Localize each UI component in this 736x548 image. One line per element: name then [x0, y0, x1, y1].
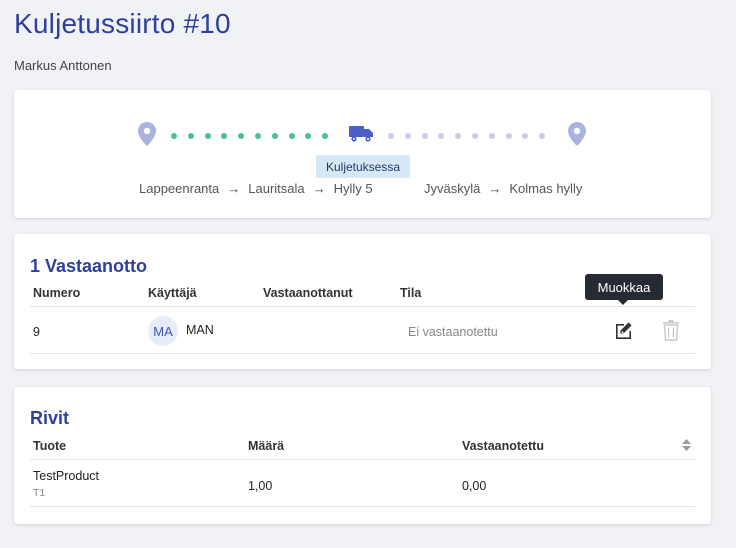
- receipt-user: MAN: [186, 323, 214, 337]
- progress-dot: [455, 133, 462, 139]
- progress-dot: [238, 133, 245, 139]
- progress-dot: [438, 133, 445, 139]
- route-card: Kuljetuksessa Lappeenranta → Lauritsala …: [14, 90, 711, 218]
- sort-icon[interactable]: [682, 439, 691, 451]
- origin-pin-icon: [138, 122, 156, 146]
- page: Kuljetussiirto #10 Markus Anttonen Kulje…: [0, 0, 736, 548]
- rows-title: Rivit: [30, 408, 70, 428]
- divider: [30, 353, 695, 354]
- destination-location: Jyväskylä: [424, 181, 481, 196]
- edit-icon[interactable]: [614, 320, 635, 341]
- progress-dot: [471, 133, 478, 139]
- route-progress: [14, 90, 711, 160]
- column-header-received: Vastaanotettu: [462, 439, 544, 453]
- progress-dot: [539, 133, 546, 139]
- product-quantity: 1,00: [248, 479, 273, 493]
- arrow-icon: →: [227, 181, 241, 196]
- progress-dot: [221, 133, 228, 139]
- divider: [30, 506, 695, 507]
- progress-dot: [488, 133, 495, 139]
- receipts-title: 1 Vastaanotto: [30, 256, 148, 276]
- receipts-card: 1 Vastaanotto Numero Käyttäjä Vastaanott…: [14, 234, 711, 369]
- trash-icon[interactable]: [662, 320, 680, 341]
- page-title: Kuljetussiirto #10: [14, 8, 231, 39]
- column-header-user: Käyttäjä: [148, 286, 197, 300]
- destination-pin-icon: [568, 122, 586, 146]
- progress-dot: [187, 133, 194, 139]
- column-header-product: Tuote: [33, 439, 67, 453]
- avatar: MA: [148, 316, 178, 346]
- progress-dot: [404, 133, 411, 139]
- progress-dot: [305, 133, 312, 139]
- destination-shelf: Kolmas hylly: [509, 181, 583, 196]
- origin-sublocation: Lauritsala: [248, 181, 305, 196]
- receipt-number: 9: [33, 325, 40, 339]
- route-origin: Lappeenranta → Lauritsala → Hylly 5: [139, 181, 373, 196]
- column-header-received-by: Vastaanottanut: [263, 286, 353, 300]
- pending-dots: [388, 133, 556, 139]
- progress-dot: [271, 133, 278, 139]
- progress-dot: [522, 133, 529, 139]
- progress-dot: [288, 133, 295, 139]
- origin-shelf: Hylly 5: [333, 181, 373, 196]
- origin-location: Lappeenranta: [139, 181, 220, 196]
- progress-dot: [505, 133, 512, 139]
- transfer-status-badge: Kuljetuksessa: [316, 155, 410, 178]
- rows-card: Rivit Tuote Määrä Vastaanotettu TestProd…: [14, 387, 711, 524]
- progress-dot: [171, 133, 177, 139]
- product-received: 0,00: [462, 479, 487, 493]
- divider: [30, 459, 695, 460]
- edit-tooltip: Muokkaa: [585, 274, 663, 305]
- column-header-quantity: Määrä: [248, 439, 285, 453]
- product-code: T1: [33, 487, 46, 499]
- product-name: TestProduct: [33, 469, 100, 483]
- truck-icon: [349, 126, 373, 142]
- receipt-state: Ei vastaanotettu: [408, 325, 498, 339]
- column-header-state: Tila: [400, 286, 422, 300]
- progress-dot: [254, 133, 261, 139]
- progress-dot: [204, 133, 211, 139]
- progress-dot: [322, 133, 329, 139]
- route-destination: Jyväskylä → Kolmas hylly: [424, 181, 582, 196]
- page-subtitle: Markus Anttonen: [14, 58, 112, 73]
- completed-dots: [171, 133, 339, 139]
- column-header-number: Numero: [33, 286, 81, 300]
- arrow-icon: →: [488, 181, 502, 196]
- progress-dot: [388, 133, 394, 139]
- divider: [30, 306, 695, 307]
- arrow-icon: →: [312, 181, 326, 196]
- progress-dot: [421, 133, 428, 139]
